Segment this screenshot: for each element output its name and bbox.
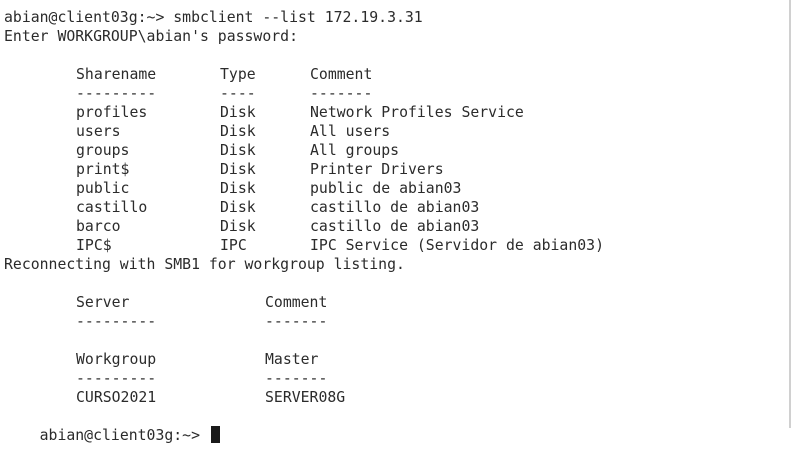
share-name: print$	[76, 161, 130, 178]
share-type: IPC	[220, 237, 247, 254]
share-row: users Disk All users	[4, 122, 784, 141]
share-comment: All users	[310, 123, 391, 140]
share-row: castillo Disk castillo de abian03	[4, 198, 784, 217]
server-comment-header: Comment	[265, 294, 328, 311]
server-comment-rule: -------	[265, 313, 328, 330]
workgroup-header-row: Workgroup Master	[4, 350, 784, 369]
share-type: Disk	[220, 199, 256, 216]
share-name: castillo	[76, 199, 148, 216]
master-rule: -------	[265, 370, 328, 387]
share-name: IPC$	[76, 237, 112, 254]
share-type: Disk	[220, 104, 256, 121]
share-row: groups Disk All groups	[4, 141, 784, 160]
share-comment: All groups	[310, 142, 400, 159]
sharename-rule: ---------	[76, 85, 157, 102]
share-name: users	[76, 123, 121, 140]
server-header: Server	[76, 294, 130, 311]
comment-rule: -------	[310, 85, 373, 102]
share-comment: castillo de abian03	[310, 218, 480, 235]
command-line: abian@client03g:~> smbclient --list 172.…	[4, 9, 423, 26]
share-comment: Printer Drivers	[310, 161, 444, 178]
share-row: print$ Disk Printer Drivers	[4, 160, 784, 179]
share-comment: public de abian03	[310, 180, 462, 197]
comment-header: Comment	[310, 66, 373, 83]
share-row: barco Disk castillo de abian03	[4, 217, 784, 236]
share-comment: Network Profiles Service	[310, 104, 524, 121]
share-name: profiles	[76, 104, 148, 121]
share-row: profiles Disk Network Profiles Service	[4, 103, 784, 122]
share-name: barco	[76, 218, 121, 235]
password-prompt: Enter WORKGROUP\abian's password:	[4, 28, 298, 45]
share-type: Disk	[220, 218, 256, 235]
workgroup-header: Workgroup	[76, 351, 157, 368]
shares-header-row: Sharename Type Comment	[4, 65, 784, 84]
terminal-window[interactable]: abian@client03g:~> smbclient --list 172.…	[0, 0, 791, 444]
workgroup-row: CURSO2021 SERVER08G	[4, 388, 784, 407]
share-type: Disk	[220, 123, 256, 140]
shares-rule-row: --------- ---- -------	[4, 84, 784, 103]
server-rule-row: --------- -------	[4, 312, 784, 331]
workgroup-name: CURSO2021	[76, 389, 157, 406]
master-header: Master	[265, 351, 319, 368]
sharename-header: Sharename	[76, 66, 157, 83]
reconnect-message: Reconnecting with SMB1 for workgroup lis…	[4, 256, 405, 273]
workgroup-master: SERVER08G	[265, 389, 346, 406]
server-rule: ---------	[76, 313, 157, 330]
share-comment: IPC Service (Servidor de abian03)	[310, 237, 604, 254]
final-prompt-line[interactable]: abian@client03g:~>	[4, 407, 220, 444]
share-type: Disk	[220, 142, 256, 159]
share-row: public Disk public de abian03	[4, 179, 784, 198]
share-type: Disk	[220, 180, 256, 197]
workgroup-rule-row: --------- -------	[4, 369, 784, 388]
workgroup-rule: ---------	[76, 370, 157, 387]
share-name: groups	[76, 142, 130, 159]
cursor-block	[210, 426, 220, 443]
share-row: IPC$ IPC IPC Service (Servidor de abian0…	[4, 236, 784, 255]
share-name: public	[76, 180, 130, 197]
shell-prompt: abian@client03g:~>	[39, 427, 209, 444]
type-rule: ----	[220, 85, 256, 102]
share-type: Disk	[220, 161, 256, 178]
server-header-row: Server Comment	[4, 293, 784, 312]
type-header: Type	[220, 66, 256, 83]
share-comment: castillo de abian03	[310, 199, 480, 216]
